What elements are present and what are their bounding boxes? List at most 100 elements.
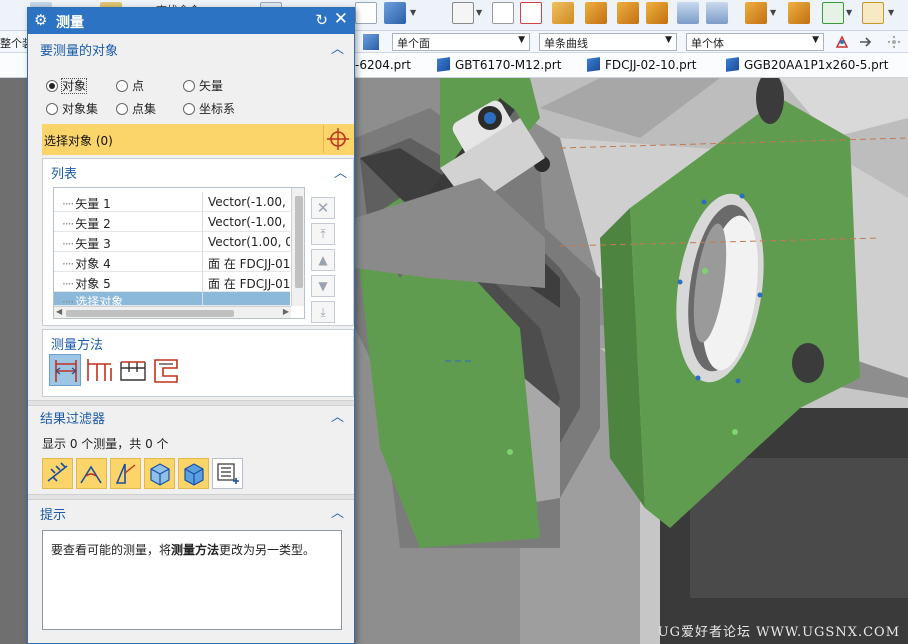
- list-item-selected[interactable]: ···· 选择对象: [54, 292, 290, 306]
- file-tab[interactable]: FDCJJ-02-10.prt: [587, 57, 696, 72]
- radio-point-set[interactable]: 点集: [116, 100, 156, 117]
- move-bottom-icon[interactable]: ⤓: [311, 301, 335, 323]
- sketch-icon[interactable]: [452, 2, 474, 24]
- chevron-up-icon[interactable]: ︿: [334, 162, 347, 181]
- measure-dialog: ⚙ 测量 ↻ ✕ 要测量的对象 ︿ 对象 点 矢量 对象集 点集 坐标系 选择对…: [27, 7, 355, 644]
- trim-icon[interactable]: [520, 2, 542, 24]
- radio-csys[interactable]: 坐标系: [183, 100, 235, 117]
- crosshair-icon[interactable]: [323, 125, 351, 153]
- sheet-icon[interactable]: [862, 2, 884, 24]
- point-snap-icon[interactable]: [886, 34, 902, 50]
- radio-circle: [116, 103, 128, 115]
- view-dropdown-icon[interactable]: ▼: [410, 8, 416, 17]
- dialog-title: 测量: [56, 15, 84, 31]
- list-item[interactable]: ···· 对象 4面 在 FDCJJ-01: [54, 252, 290, 272]
- filter-angle-icon[interactable]: [76, 458, 107, 489]
- part-file-icon: [437, 57, 450, 72]
- scroll-thumb[interactable]: [295, 196, 303, 288]
- body-rule-select[interactable]: 单个体 ▼: [686, 33, 824, 51]
- list-item[interactable]: ···· 矢量 2 Vector(-1.00, 0: [54, 212, 290, 232]
- move-down-icon[interactable]: ▼: [311, 275, 335, 297]
- radio-circle: [46, 80, 58, 92]
- method-length-icon[interactable]: [151, 354, 183, 386]
- pattern-icon[interactable]: [745, 2, 767, 24]
- move-top-icon[interactable]: ⤒: [311, 223, 335, 245]
- part-file-icon: [587, 57, 600, 72]
- move-up-icon[interactable]: ▲: [311, 249, 335, 271]
- scroll-right-icon[interactable]: ▶: [283, 307, 289, 316]
- list-item[interactable]: ···· 矢量 3 Vector(1.00, 0: [54, 232, 290, 252]
- shaded-view-icon[interactable]: [384, 2, 406, 24]
- filter-radius-icon[interactable]: [110, 458, 141, 489]
- hint-text: 要查看可能的测量，将测量方法更改为另一类型。: [51, 543, 316, 557]
- section-header-hint[interactable]: 提示 ︿: [34, 501, 350, 523]
- watermark-text: UG爱好者论坛 WWW.UGSNX.COM: [657, 625, 900, 640]
- radio-circle: [183, 80, 195, 92]
- list-item[interactable]: ···· 对象 5面 在 FDCJJ-01: [54, 272, 290, 292]
- measure-list[interactable]: ···· 矢量 1 Vector(-1.00, 0 ···· 矢量 2 Vector(-…: [53, 187, 305, 319]
- extrude-icon[interactable]: [552, 2, 574, 24]
- radio-object[interactable]: 对象: [46, 77, 88, 94]
- list-vertical-scrollbar[interactable]: [291, 188, 304, 306]
- method-screen-distance-icon[interactable]: [117, 354, 149, 386]
- revolve-icon[interactable]: [585, 2, 607, 24]
- chevron-down-icon: ▼: [665, 35, 672, 45]
- snap-point-icon[interactable]: [834, 34, 850, 50]
- radio-circle: [46, 103, 58, 115]
- chevron-down-icon: ▼: [812, 35, 819, 45]
- method-title: 测量方法: [51, 338, 104, 353]
- face-rule-select[interactable]: 单个面 ▼: [392, 33, 530, 51]
- reset-icon[interactable]: ↻: [315, 11, 328, 29]
- chevron-up-icon: ︿: [330, 42, 344, 57]
- file-tab[interactable]: -6204.prt: [355, 58, 411, 72]
- section-header-result-filter[interactable]: 结果过滤器 ︿: [34, 405, 350, 427]
- pattern-dropdown-icon[interactable]: ▼: [770, 8, 776, 17]
- gear-icon: ⚙: [34, 11, 48, 29]
- list-group: 列表 ︿ ···· 矢量 1 Vector(-1.00, 0 ···· 矢量 2 Vec…: [42, 158, 354, 326]
- block-icon[interactable]: [646, 2, 668, 24]
- scroll-left-icon[interactable]: ◀: [56, 307, 62, 316]
- arrow-right-icon[interactable]: [858, 34, 874, 50]
- sketch-dropdown-icon[interactable]: ▼: [476, 8, 482, 17]
- radio-vector[interactable]: 矢量: [183, 77, 223, 94]
- sheet-dropdown-icon[interactable]: ▼: [888, 8, 894, 17]
- file-tab[interactable]: GBT6170-M12.prt: [437, 57, 561, 72]
- list-item[interactable]: ···· 矢量 1 Vector(-1.00, 0: [54, 192, 290, 212]
- section-header-objects[interactable]: 要测量的对象 ︿: [34, 37, 350, 59]
- scroll-thumb[interactable]: [66, 310, 234, 317]
- method-group: 测量方法: [42, 329, 354, 397]
- radio-point[interactable]: 点: [116, 77, 144, 94]
- chevron-up-icon: ︿: [330, 410, 344, 425]
- radio-circle: [116, 80, 128, 92]
- method-projected-icon[interactable]: [83, 354, 115, 386]
- fit-view-icon[interactable]: [355, 2, 377, 24]
- radio-object-set[interactable]: 对象集: [46, 100, 98, 117]
- box-icon[interactable]: [617, 2, 639, 24]
- filter-volume-icon[interactable]: [178, 458, 209, 489]
- line-icon[interactable]: [492, 2, 514, 24]
- list-title: 列表: [51, 167, 78, 182]
- method-distance-icon[interactable]: [49, 354, 81, 386]
- hole-icon[interactable]: [706, 2, 728, 24]
- remove-icon[interactable]: ✕: [311, 197, 335, 219]
- sync-dropdown-icon[interactable]: ▼: [846, 8, 852, 17]
- chevron-down-icon: ▼: [518, 35, 525, 45]
- part-file-icon: [726, 57, 739, 72]
- sync-modeling-icon[interactable]: [822, 2, 844, 24]
- hint-box: 要查看可能的测量，将测量方法更改为另一类型。: [42, 530, 342, 630]
- select-object-row[interactable]: 选择对象 (0): [42, 124, 354, 155]
- filter-distance-icon[interactable]: [42, 458, 73, 489]
- feature-pattern-icon[interactable]: [788, 2, 810, 24]
- radio-circle: [183, 103, 195, 115]
- list-horizontal-scrollbar[interactable]: ◀ ▶: [54, 306, 291, 318]
- section-divider: [28, 494, 354, 500]
- close-icon[interactable]: ✕: [334, 9, 348, 29]
- filter-list-icon[interactable]: [212, 458, 243, 489]
- solid-filter-icon[interactable]: [363, 34, 379, 50]
- file-tab[interactable]: GGB20AA1P1x260-5.prt: [726, 57, 888, 72]
- filter-area-icon[interactable]: [144, 458, 175, 489]
- dialog-title-bar[interactable]: ⚙ 测量 ↻ ✕: [28, 8, 354, 34]
- curve-rule-select[interactable]: 单条曲线 ▼: [539, 33, 677, 51]
- cylinder-icon[interactable]: [677, 2, 699, 24]
- chevron-up-icon: ︿: [330, 506, 344, 521]
